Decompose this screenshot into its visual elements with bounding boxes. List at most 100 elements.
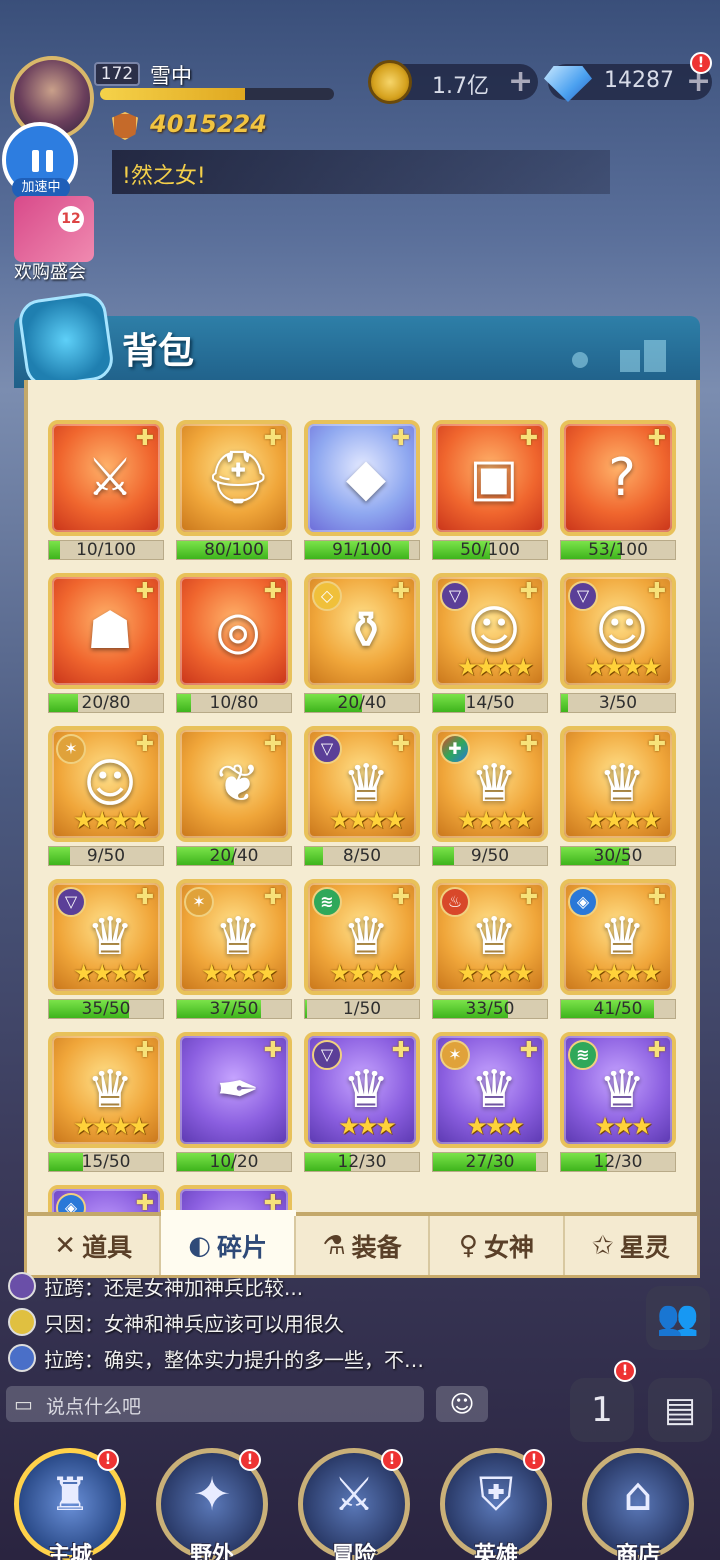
nav-wild[interactable]: ✦ 野外!: [156, 1448, 268, 1560]
chat-message[interactable]: 拉跨：确实，整体实力提升的多一些，不…: [8, 1342, 568, 1372]
star-rating: ★★★: [338, 1112, 397, 1140]
bag-tab-bar: ✕ 道具 ◐ 碎片 ⚗ 装备 ♀ 女神 ✩ 星灵: [24, 1216, 700, 1278]
chat-message[interactable]: 只因：女神和神兵应该可以用很久: [8, 1306, 568, 1336]
add-gold-button[interactable]: +: [508, 64, 533, 99]
chat-text: 拉跨：确实，整体实力提升的多一些，不…: [44, 1348, 424, 1372]
nav-hero[interactable]: ⛨ 英雄!: [440, 1448, 552, 1560]
faction-wind-icon: ≋: [312, 887, 342, 917]
chat-placeholder: 说点什么吧: [46, 1396, 142, 1418]
item-frame: ♛ ✚ ✶ ★★★: [432, 1032, 548, 1148]
fragment-progress-bar: 12/30: [304, 1152, 420, 1172]
tab-fragments[interactable]: ◐ 碎片: [161, 1216, 296, 1275]
item-frame: ♛ ✚ ≋ ★★★★: [304, 879, 420, 995]
power-value: 4015224: [150, 110, 267, 138]
power-shield-icon: [112, 112, 138, 140]
star-rating: ★★★★: [328, 959, 406, 987]
fragment-count: 27/30: [465, 1152, 515, 1172]
nav-shop[interactable]: ⌂ 商店: [582, 1448, 694, 1560]
player-name: 雪中: [150, 64, 192, 88]
puzzle-piece-icon: ✚: [391, 579, 411, 604]
censer-fragment-icon: ⚱: [344, 601, 388, 661]
bag-shortcut-icon[interactable]: ▤: [648, 1378, 712, 1442]
fragment-progress-bar: 53/100: [560, 540, 676, 560]
item-frame: ♛ ✚ ≋ ★★★: [560, 1032, 676, 1148]
backpack-icon: [16, 290, 116, 390]
tab-label: 星灵: [619, 1232, 670, 1262]
puzzle-piece-icon: ✚: [135, 579, 155, 604]
fragment-count: 9/50: [470, 846, 510, 866]
chat-avatar: [8, 1344, 36, 1372]
goddess-icon: ♀: [458, 1230, 478, 1261]
shopping-event-icon[interactable]: [14, 196, 94, 262]
puzzle-piece-icon: ✚: [263, 885, 283, 910]
ring-fragment-icon: ◎: [215, 601, 261, 661]
star-rating: ★★★★: [72, 806, 150, 834]
item-frame: ♛ ✚ ▽ ★★★★: [304, 726, 420, 842]
puzzle-piece-icon: ✚: [263, 426, 283, 451]
fragment-count: 8/50: [342, 846, 382, 866]
fragment-progress-bar: 91/100: [304, 540, 420, 560]
chest-fragment-icon: ▣: [469, 448, 519, 508]
tab-star-spirit[interactable]: ✩ 星灵: [565, 1216, 697, 1275]
item-frame: ♛ ✚ ♨ ★★★★: [432, 879, 548, 995]
item-frame: ♛ ✚ ▽ ★★★★: [48, 879, 164, 995]
fragment-progress-bar: 30/50: [560, 846, 676, 866]
ranking-icon[interactable]: 1: [570, 1378, 634, 1442]
fragment-progress-bar: 9/50: [48, 846, 164, 866]
fragment-progress-bar: 10/80: [176, 693, 292, 713]
fragment-count: 35/50: [81, 999, 131, 1019]
bag-title: 背包: [122, 331, 195, 372]
fragment-progress-bar: 33/50: [432, 999, 548, 1019]
star-rating: ★★★★: [200, 959, 278, 987]
faction-light-icon: ✶: [184, 887, 214, 917]
chat-bubble-icon: ▭: [14, 1392, 33, 1416]
fragment-count: 12/30: [337, 1152, 387, 1172]
faction-water-icon: ◈: [568, 887, 598, 917]
gold-value: 1.7亿: [432, 74, 489, 99]
emoji-button[interactable]: ☺: [436, 1386, 488, 1422]
nav-alert-badge: !: [239, 1449, 261, 1471]
star-rating: ★★★★: [584, 959, 662, 987]
chat-message[interactable]: 拉跨：还是女神加神兵比较...: [8, 1270, 568, 1300]
star-rating: ★★★★: [72, 959, 150, 987]
fragment-count: 20/40: [209, 846, 259, 866]
fragment-count: 91/100: [332, 540, 392, 560]
item-frame: ❦ ✚: [176, 726, 292, 842]
exp-fill: [100, 88, 246, 100]
tab-label: 女神: [483, 1232, 534, 1262]
item-frame: ♛ ✚ ◈ ★★★★: [560, 879, 676, 995]
nav-alert-badge: !: [97, 1449, 119, 1471]
nav-adventure[interactable]: ⚔ 冒险!: [298, 1448, 410, 1560]
fragment-progress-bar: 27/30: [432, 1152, 548, 1172]
item-frame: ♛ ✚ ★★★★: [560, 726, 676, 842]
item-frame: ♛ ✚ ★★★★: [48, 1032, 164, 1148]
puzzle-piece-icon: ✚: [135, 426, 155, 451]
item-frame: ▣ ✚: [432, 420, 548, 536]
bottom-navigation: ♜ 主城! ✦ 野外! ⚔ 冒险! ⛨ 英雄! ⌂ 商店: [0, 1440, 720, 1560]
fragment-count: 10/20: [209, 1152, 259, 1172]
tab-equipment[interactable]: ⚗ 装备: [296, 1216, 431, 1275]
puzzle-piece-icon: ✚: [135, 1038, 155, 1063]
fragment-progress-bar: 41/50: [560, 999, 676, 1019]
star-rating: ★★★: [466, 1112, 525, 1140]
friends-icon[interactable]: 👥: [646, 1286, 710, 1350]
item-frame: ⚱ ✚ ◇: [304, 573, 420, 689]
nav-castle[interactable]: ♜ 主城!: [14, 1448, 126, 1560]
fragment-count: 14/50: [465, 693, 515, 713]
shopping-event-label: 欢购盛会: [14, 262, 86, 283]
puzzle-piece-icon: ✚: [391, 885, 411, 910]
fragment-count: 1/50: [342, 999, 382, 1019]
tab-label: 碎片: [216, 1232, 267, 1262]
fragment-count: 80/100: [204, 540, 264, 560]
fragment-progress-bar: 1/50: [304, 999, 420, 1019]
items-icon: ✕: [54, 1230, 77, 1261]
tab-items[interactable]: ✕ 道具: [27, 1216, 162, 1275]
star-rating: ★★★★: [584, 806, 662, 834]
chat-text: 拉跨：还是女神加神兵比较...: [44, 1276, 304, 1300]
tab-goddess[interactable]: ♀ 女神: [430, 1216, 565, 1275]
chat-input[interactable]: ▭ 说点什么吧: [6, 1386, 424, 1422]
helmet-fragment-icon: ⛑: [204, 448, 271, 508]
nav-label: 商店: [615, 1543, 660, 1560]
faction-fire-icon: ♨: [440, 887, 470, 917]
fragment-progress-bar: 20/40: [176, 846, 292, 866]
